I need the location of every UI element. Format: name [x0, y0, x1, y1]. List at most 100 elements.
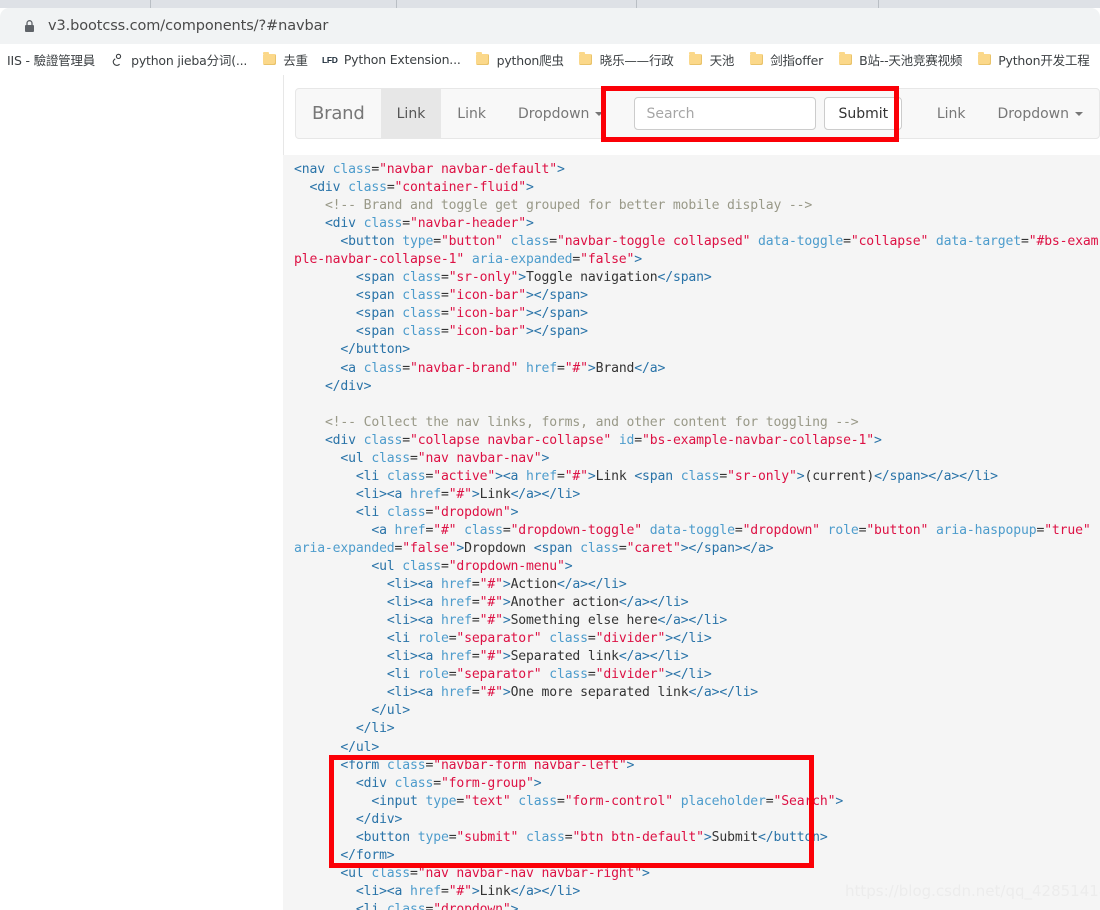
search-input[interactable] — [634, 97, 817, 130]
code-token: (current) — [804, 468, 875, 484]
code-token: = — [402, 216, 411, 232]
code-token: = — [440, 324, 449, 340]
code-token: class — [549, 667, 588, 683]
code-token: > — [502, 595, 511, 611]
code-token: href — [440, 685, 472, 701]
code-token: > — [835, 793, 844, 809]
code-token: Brand — [595, 360, 635, 376]
code-token: "container-fluid" — [394, 180, 527, 196]
tab-separator — [150, 0, 151, 8]
code-token: <ul — [340, 450, 372, 466]
tab-separator — [878, 0, 879, 8]
navbar-brand[interactable]: Brand — [296, 89, 381, 138]
code-token: One more separated link — [510, 685, 689, 701]
bookmark-item[interactable]: Python开发工程 — [969, 48, 1096, 72]
code-token: > — [634, 252, 643, 268]
code-token: "Search" — [773, 793, 836, 809]
code-token: = — [572, 252, 581, 268]
navbar-dropdown-left[interactable]: Dropdown — [502, 89, 619, 138]
bookmark-item[interactable]: LFD Python Extension... — [315, 48, 468, 72]
code-token: = — [386, 180, 395, 196]
code-token: <li><a — [386, 613, 441, 629]
bookmark-item[interactable]: 晓乐——行政 — [571, 48, 681, 72]
tab-strip[interactable] — [0, 0, 1100, 8]
code-token: > — [587, 468, 596, 484]
code-token: "dropdown-menu" — [448, 559, 565, 575]
navbar-dropdown-right[interactable]: Dropdown — [982, 89, 1099, 138]
code-token: data-toggle — [649, 522, 735, 538]
bookmark-label: 天池 — [709, 53, 735, 68]
code-token: "navbar-toggle collapsed" — [556, 234, 751, 250]
bookmark-item[interactable]: 天池 — [681, 48, 742, 72]
code-token: </div> — [355, 811, 403, 827]
tab-separator — [396, 0, 397, 8]
code-token: ></span> — [526, 324, 588, 340]
navbar-search-form: Submit — [619, 89, 917, 138]
code-token: = — [556, 793, 565, 809]
folder-icon — [688, 52, 704, 68]
code-token: > — [502, 613, 511, 629]
code-token: "#" — [448, 486, 472, 502]
code-token: href — [440, 595, 472, 611]
code-token: <a — [371, 522, 395, 538]
code-token: = — [734, 522, 743, 538]
navbar-link-2[interactable]: Link — [441, 89, 502, 138]
code-token: > — [626, 757, 635, 773]
code-token: </div> — [324, 378, 372, 394]
code-token: Link — [595, 468, 635, 484]
code-token: > — [471, 486, 480, 502]
bookmark-label: Python开发工程 — [998, 53, 1090, 68]
navbar-link-right[interactable]: Link — [921, 89, 982, 138]
code-token: > — [541, 450, 550, 466]
code-token: href — [526, 360, 557, 376]
code-token: ></span> — [526, 306, 588, 322]
code-token: <li — [386, 667, 418, 683]
code-token: "button" — [866, 522, 929, 538]
navbar-link-1[interactable]: Link — [380, 89, 442, 138]
bookmarks-bar[interactable]: IIS - 驗證管理員 python jieba分词(... 去重 LFD Python… — [0, 44, 1100, 76]
code-token: ></li> — [665, 667, 712, 683]
code-token: class — [549, 631, 588, 647]
bookmark-label: 去重 — [283, 53, 308, 68]
code-token: "dropdown" — [433, 504, 511, 520]
bookmark-label: Python Extension... — [343, 52, 461, 67]
code-token: > — [502, 685, 511, 701]
code-token: <span — [533, 540, 581, 556]
bookmark-item[interactable]: IIS - 驗證管理員 — [0, 48, 102, 72]
code-token: = — [471, 595, 480, 611]
bookmark-item[interactable]: 去重 — [254, 48, 315, 72]
code-token: "separator" — [456, 667, 542, 683]
code-token: class — [402, 270, 441, 286]
submit-button[interactable]: Submit — [824, 97, 903, 130]
bookmark-item[interactable]: 剑指offer — [741, 48, 830, 72]
code-token: Toggle navigation — [526, 270, 658, 286]
code-token: <a — [340, 360, 364, 376]
code-token: </span> — [657, 270, 712, 286]
bookmark-item[interactable]: python爬虫 — [468, 48, 571, 72]
code-token: class — [332, 162, 372, 177]
code-token: > — [533, 775, 542, 791]
bookmark-item[interactable]: python jieba分词(... — [102, 48, 254, 72]
address-bar[interactable]: v3.bootcss.com/components/?#navbar — [8, 11, 1088, 41]
code-token: = — [440, 306, 449, 322]
code-token: "collapse" — [850, 234, 929, 250]
code-token: = — [587, 667, 596, 683]
code-token: "#" — [448, 883, 472, 899]
bookmark-item[interactable]: B站--天池竞赛视频 — [830, 48, 969, 72]
code-token: <form — [340, 757, 387, 773]
code-token: id — [618, 432, 635, 448]
code-token: <li><a — [355, 486, 411, 502]
